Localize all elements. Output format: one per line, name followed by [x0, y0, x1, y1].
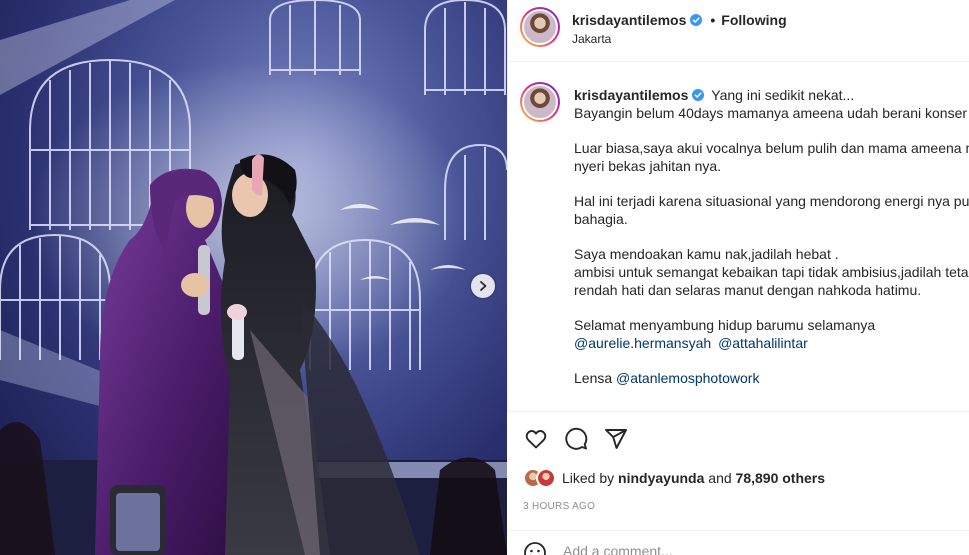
comment-icon [565, 427, 588, 450]
verified-badge-icon [692, 89, 705, 101]
verified-badge-icon [690, 14, 703, 26]
caption-line: Hal ini terjadi karena situasional yang … [574, 193, 969, 209]
caption-line: Yang ini sedikit nekat... [711, 87, 855, 103]
header-username[interactable]: krisdayantilemos [572, 12, 686, 28]
comment-box [507, 530, 969, 555]
comment-button[interactable] [563, 426, 589, 452]
post-header: krisdayantilemos • Following Jakarta [508, 0, 969, 62]
share-icon [605, 429, 627, 449]
caption-line: ambisi untuk semangat kebaikan tapi tida… [574, 264, 969, 280]
post-caption: krisdayantilemos Yang ini sedikit nekat.… [508, 62, 969, 412]
caption-body: krisdayantilemos Yang ini sedikit nekat.… [574, 86, 969, 387]
emoji-icon[interactable] [523, 541, 547, 555]
post-actions: Liked by nindyayunda and 78,890 others 3… [507, 411, 969, 555]
heart-icon [525, 430, 547, 449]
caption-line: bahagia. [574, 211, 628, 227]
caption-line: Luar biasa,saya akui vocalnya belum puli… [574, 140, 969, 156]
caption-line: nyeri bekas jahitan nya. [574, 158, 722, 174]
chevron-right-icon [480, 281, 487, 291]
lensa-label: Lensa [574, 370, 613, 386]
liker-username[interactable]: nindyayunda [618, 470, 704, 486]
post-timestamp[interactable]: 3 HOURS AGO [523, 501, 595, 512]
mention-link[interactable]: @aurelie.hermansyah [574, 335, 711, 351]
next-photo-button[interactable] [471, 274, 495, 298]
avatar[interactable] [520, 7, 560, 47]
caption-line: rendah hati dan selaras manut dengan nah… [574, 282, 922, 298]
caption-avatar[interactable] [520, 82, 560, 122]
likes-prefix: Liked by [562, 470, 615, 486]
post-media[interactable] [0, 0, 507, 555]
mention-link[interactable]: @attahalilintar [718, 335, 808, 351]
caption-line: Bayangin belum 40days mamanya ameena uda… [574, 105, 969, 121]
caption-username[interactable]: krisdayantilemos [574, 86, 688, 104]
likes-summary: Liked by nindyayunda and 78,890 others [523, 468, 825, 488]
post-location[interactable]: Jakarta [572, 32, 611, 46]
like-button[interactable] [523, 426, 549, 452]
comment-input[interactable] [563, 543, 903, 555]
header-separator: • [710, 12, 716, 28]
caption-line: Selamat menyambung hidup barumu selamany… [574, 317, 876, 333]
liker-avatar [536, 468, 556, 488]
caption-line: Saya mendoakan kamu nak,jadilah hebat . [574, 246, 839, 262]
post-photo [0, 0, 507, 555]
mention-link[interactable]: @atanlemosphotowork [616, 370, 759, 386]
likes-others-link[interactable]: 78,890 others [736, 470, 826, 486]
likes-conjunction: and [708, 470, 732, 486]
following-button[interactable]: Following [721, 12, 786, 28]
share-button[interactable] [603, 426, 629, 452]
